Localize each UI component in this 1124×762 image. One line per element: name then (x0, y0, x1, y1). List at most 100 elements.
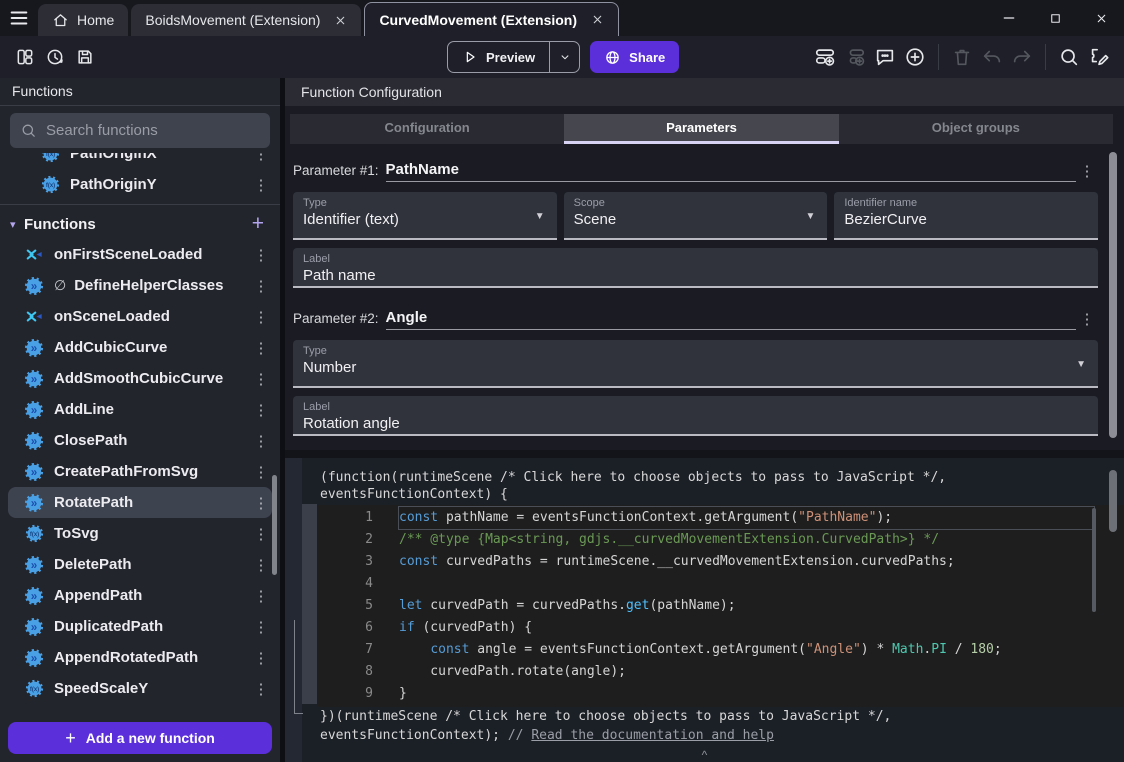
chevron-down-icon[interactable]: ▾ (10, 218, 24, 231)
function-name: DefineHelperClasses (74, 277, 250, 294)
code-line[interactable]: 3const curvedPaths = runtimeScene.__curv… (317, 551, 1124, 573)
preview-options-button[interactable] (549, 42, 579, 72)
action-function-icon: » (24, 617, 44, 637)
function-list-item[interactable]: »∅DefineHelperClasses⋮ (8, 270, 272, 301)
editor-tab[interactable]: CurvedMovement (Extension) (364, 2, 619, 36)
function-list-item[interactable]: »AppendRotatedPath⋮ (8, 642, 272, 673)
param2-label-input[interactable]: Label Rotation angle (293, 396, 1098, 436)
add-new-function-button[interactable]: + Add a new function (8, 722, 272, 754)
hamburger-menu-icon[interactable] (0, 0, 38, 36)
field-label: Label (303, 401, 1088, 413)
code-area-scrollbar[interactable] (1109, 470, 1117, 532)
function-name: AppendPath (54, 587, 250, 604)
function-list-item[interactable]: f(x)ToSvg⋮ (8, 518, 272, 549)
parameter-1-name-input[interactable]: PathName (386, 161, 1076, 182)
history-icon[interactable] (40, 42, 70, 72)
function-list-item[interactable]: »ClosePath⋮ (8, 425, 272, 456)
item-menu-icon[interactable]: ⋮ (250, 176, 272, 194)
sidebar-scrollbar[interactable] (272, 475, 277, 575)
add-comment-icon[interactable] (870, 42, 900, 72)
share-button[interactable]: Share (590, 41, 679, 73)
item-menu-icon[interactable]: ⋮ (250, 618, 272, 636)
javascript-code-event[interactable]: (function(runtimeScene /* Click here to … (285, 458, 1124, 762)
function-list-item[interactable]: »AppendPath⋮ (8, 580, 272, 611)
code-footer-line[interactable]: })(runtimeScene /* Click here to choose … (285, 709, 1124, 726)
item-menu-icon[interactable]: ⋮ (250, 680, 272, 698)
item-menu-icon[interactable]: ⋮ (250, 525, 272, 543)
function-list-item[interactable]: »AddCubicCurve⋮ (8, 332, 272, 363)
svg-text:f(x): f(x) (29, 687, 38, 693)
search-icon[interactable] (1054, 42, 1084, 72)
function-list-item[interactable]: f(x)PathOriginX⋮ (8, 153, 272, 169)
form-scrollbar[interactable] (1109, 152, 1117, 438)
function-list-item[interactable]: »AddSmoothCubicCurve⋮ (8, 363, 272, 394)
tab-configuration[interactable]: Configuration (290, 114, 564, 144)
item-menu-icon[interactable]: ⋮ (250, 494, 272, 512)
param2-type-select[interactable]: Type Number ▼ (293, 340, 1098, 388)
function-list-item[interactable]: onFirstSceneLoaded⋮ (8, 239, 272, 270)
item-menu-icon[interactable]: ⋮ (250, 370, 272, 388)
code-line[interactable]: 2/** @type {Map<string, gdjs.__curvedMov… (317, 529, 1124, 551)
search-input[interactable] (46, 122, 260, 139)
save-icon[interactable] (70, 42, 100, 72)
add-event-icon[interactable] (810, 42, 840, 72)
editor-tab[interactable]: BoidsMovement (Extension) (131, 4, 361, 36)
tab-parameters[interactable]: Parameters (564, 114, 838, 144)
parameter-2-name-input[interactable]: Angle (386, 309, 1076, 330)
function-list-item[interactable]: »AddLine⋮ (8, 394, 272, 425)
item-menu-icon[interactable]: ⋮ (250, 401, 272, 419)
item-menu-icon[interactable]: ⋮ (250, 246, 272, 264)
param1-identifier-input[interactable]: Identifier name BezierCurve (834, 192, 1098, 240)
item-menu-icon[interactable]: ⋮ (250, 277, 272, 295)
item-menu-icon[interactable]: ⋮ (250, 587, 272, 605)
parameter-1-menu-icon[interactable]: ⋮ (1076, 162, 1098, 182)
function-list-item[interactable]: »DuplicatedPath⋮ (8, 611, 272, 642)
editor-scrollbar[interactable] (1092, 508, 1096, 612)
preview-button[interactable]: Preview (448, 42, 549, 72)
collapse-caret-icon[interactable]: ^ (285, 748, 1124, 762)
close-tab-icon[interactable] (591, 13, 604, 26)
item-menu-icon[interactable]: ⋮ (250, 308, 272, 326)
code-line[interactable]: 1const pathName = eventsFunctionContext.… (317, 507, 1124, 529)
code-lines[interactable]: 1const pathName = eventsFunctionContext.… (317, 505, 1124, 707)
add-function-icon[interactable]: + (252, 212, 270, 236)
sidebar-section-functions[interactable]: ▾Functions+ (0, 209, 280, 239)
param1-scope-select[interactable]: Scope Scene ▼ (564, 192, 828, 240)
documentation-link[interactable]: Read the documentation and help (531, 728, 774, 743)
maximize-button[interactable] (1032, 0, 1078, 36)
window-controls (986, 0, 1124, 36)
function-list-item[interactable]: onSceneLoaded⋮ (8, 301, 272, 332)
item-menu-icon[interactable]: ⋮ (250, 463, 272, 481)
minimize-button[interactable] (986, 0, 1032, 36)
action-function-icon: » (24, 276, 44, 296)
code-line[interactable]: 8 curvedPath.rotate(angle); (317, 661, 1124, 683)
code-line[interactable]: 5let curvedPath = curvedPaths.get(pathNa… (317, 595, 1124, 617)
param1-type-select[interactable]: Type Identifier (text) ▼ (293, 192, 557, 240)
tab-object-groups[interactable]: Object groups (839, 114, 1113, 144)
function-list-item[interactable]: »RotatePath⋮ (8, 487, 272, 518)
editor-tab[interactable]: Home (38, 4, 128, 36)
item-menu-icon[interactable]: ⋮ (250, 432, 272, 450)
function-list-item[interactable]: f(x)SpeedScaleY⋮ (8, 673, 272, 704)
parameter-2-menu-icon[interactable]: ⋮ (1076, 310, 1098, 330)
item-menu-icon[interactable]: ⋮ (250, 339, 272, 357)
function-list-item[interactable]: »DeletePath⋮ (8, 549, 272, 580)
close-window-button[interactable] (1078, 0, 1124, 36)
code-line[interactable]: 6if (curvedPath) { (317, 617, 1124, 639)
close-tab-icon[interactable] (334, 14, 347, 27)
code-line[interactable]: 4 (317, 573, 1124, 595)
editor-tab-strip: HomeBoidsMovement (Extension)CurvedMovem… (38, 0, 622, 36)
code-line[interactable]: 9} (317, 683, 1124, 705)
add-circle-icon[interactable] (900, 42, 930, 72)
function-list-item[interactable]: »CreatePathFromSvg⋮ (8, 456, 272, 487)
item-menu-icon[interactable]: ⋮ (250, 649, 272, 667)
search-icon (20, 122, 37, 139)
edit-extension-icon[interactable] (1084, 42, 1114, 72)
item-menu-icon[interactable]: ⋮ (250, 556, 272, 574)
project-manager-icon[interactable] (10, 42, 40, 72)
item-menu-icon[interactable]: ⋮ (250, 153, 272, 163)
function-list-item[interactable]: f(x)PathOriginY⋮ (8, 169, 272, 200)
code-line[interactable]: 7 const angle = eventsFunctionContext.ge… (317, 639, 1124, 661)
param1-label-input[interactable]: Label Path name (293, 248, 1098, 288)
code-header-line[interactable]: (function(runtimeScene /* Click here to … (285, 470, 1124, 487)
